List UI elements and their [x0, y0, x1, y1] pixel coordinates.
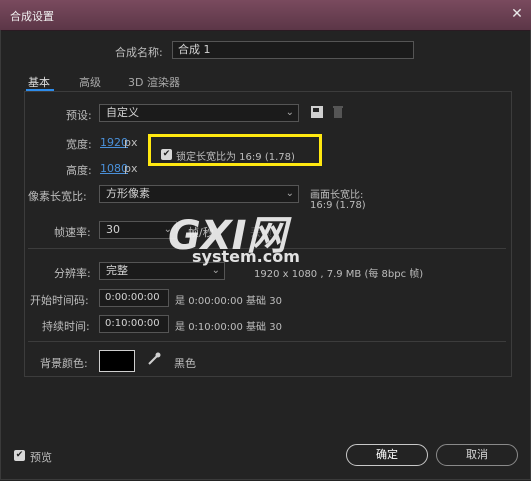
duration-note-value: 0:10:00:00 — [188, 322, 243, 333]
width-label: 宽度: — [66, 138, 92, 151]
watermark-site: system.com — [192, 247, 300, 266]
background-color-label: 背景颜色: — [40, 357, 88, 370]
duration-note: 是 0:10:00:00 基础 30 — [175, 318, 282, 333]
preset-label: 预设: — [66, 109, 92, 122]
resolution-info: 1920 x 1080 , 7.9 MB (每 8bpc 帧) — [254, 269, 424, 280]
chevron-down-icon: ⌄ — [285, 107, 294, 118]
resolution-value: 完整 — [106, 264, 128, 277]
preview-checkbox[interactable]: ✔ — [14, 450, 25, 461]
tab-basic[interactable]: 基本 — [28, 74, 50, 90]
start-timecode-note-prefix: 是 — [175, 296, 185, 307]
start-timecode-note: 是 0:00:00:00 基础 30 — [175, 292, 282, 307]
cancel-button[interactable]: 取消 — [436, 444, 518, 466]
ok-button[interactable]: 确定 — [346, 444, 428, 466]
save-preset-icon[interactable] — [310, 105, 324, 119]
duration-base-label: 基础 — [246, 322, 267, 333]
delete-preset-icon[interactable] — [331, 105, 345, 119]
height-label: 高度: — [66, 164, 92, 177]
start-timecode-label: 开始时间码: — [30, 294, 89, 307]
resolution-label: 分辨率: — [54, 267, 91, 280]
frame-aspect-value: 16:9 (1.78) — [310, 200, 366, 211]
tab-advanced[interactable]: 高级 — [79, 74, 101, 90]
pixel-aspect-dropdown[interactable]: 方形像素 ⌄ — [99, 185, 299, 203]
width-unit: px — [124, 136, 138, 149]
divider — [28, 341, 506, 342]
preview-label: 预览 — [30, 451, 52, 464]
frame-rate-dropdown[interactable]: 30 ⌄ — [99, 221, 177, 239]
preset-dropdown[interactable]: 自定义 ⌄ — [99, 104, 299, 122]
start-timecode-note-value: 0:00:00:00 — [188, 296, 243, 307]
title-bar — [0, 0, 531, 31]
start-timecode-input[interactable]: 0:00:00:00 — [99, 289, 169, 307]
duration-label: 持续时间: — [42, 320, 90, 333]
frame-rate-label: 帧速率: — [54, 226, 91, 239]
background-color-swatch[interactable] — [99, 350, 135, 372]
window-title: 合成设置 — [10, 10, 54, 23]
height-unit: px — [124, 162, 138, 175]
lock-aspect-checkbox[interactable]: ✔ — [161, 149, 172, 160]
close-icon[interactable]: ✕ — [508, 5, 526, 23]
preset-value: 自定义 — [106, 106, 139, 119]
pixel-aspect-label: 像素长宽比: — [28, 190, 87, 203]
tab-3d-renderer[interactable]: 3D 渲染器 — [128, 74, 180, 90]
duration-input[interactable]: 0:10:00:00 — [99, 315, 169, 333]
eyedropper-icon[interactable] — [146, 351, 162, 367]
background-color-name: 黑色 — [174, 357, 196, 370]
chevron-down-icon: ⌄ — [285, 188, 294, 199]
pixel-aspect-value: 方形像素 — [106, 187, 150, 200]
duration-base-value: 30 — [269, 322, 282, 333]
start-timecode-base-value: 30 — [269, 296, 282, 307]
lock-aspect-label: 锁定长宽比为 16:9 (1.78) — [176, 152, 295, 163]
composition-name-label: 合成名称: — [115, 46, 163, 59]
frame-aspect-label: 画面长宽比: — [310, 190, 364, 201]
duration-note-prefix: 是 — [175, 322, 185, 333]
composition-name-input[interactable]: 合成 1 — [172, 41, 414, 59]
start-timecode-base-label: 基础 — [246, 296, 267, 307]
frame-rate-value: 30 — [106, 223, 120, 236]
